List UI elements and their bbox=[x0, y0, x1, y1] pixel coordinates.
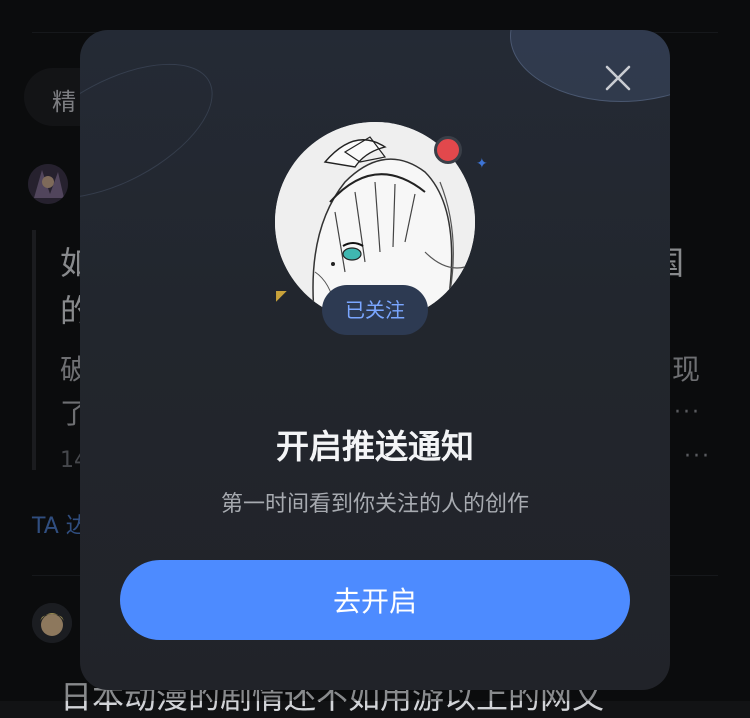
close-icon bbox=[605, 65, 631, 91]
dialog-subtitle: 第一时间看到你关注的人的创作 bbox=[220, 492, 529, 517]
followed-badge: 已关注 bbox=[322, 285, 428, 335]
triangle-decoration-icon: ◤ bbox=[276, 288, 287, 304]
enable-notifications-button[interactable]: 去开启 bbox=[120, 560, 630, 640]
decorative-ring bbox=[80, 36, 234, 226]
close-button[interactable] bbox=[600, 60, 636, 96]
decorative-blob bbox=[510, 30, 670, 102]
notification-dot bbox=[434, 136, 462, 164]
sparkle-icon: ✦ bbox=[476, 156, 488, 172]
push-notification-dialog: ✦ ◤ 已关注 开启推送通知 第一时间看到你关注的人的创作 去开启 bbox=[80, 30, 670, 690]
dialog-title: 开启推送通知 bbox=[276, 427, 474, 466]
